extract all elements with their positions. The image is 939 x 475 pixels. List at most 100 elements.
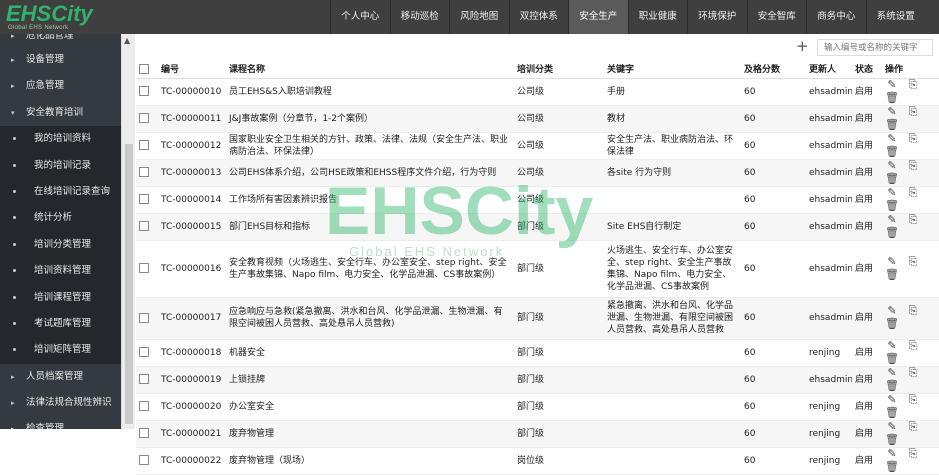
table-row[interactable]: TC-00000015 部门EHS目标和指标 部门级 Site EHS自行制定 60 eh… <box>136 213 939 241</box>
logo[interactable]: EHSCity Global EHS Network <box>6 3 93 32</box>
edit-icon[interactable]: ✎ <box>885 105 899 118</box>
table-row[interactable]: TC-00000012 国家职业安全卫生相关的方针、政策、法律、法规（安全生产法、… <box>136 132 939 160</box>
sidebar-item[interactable]: 培训分类管理 <box>0 231 121 259</box>
sidebar-group[interactable]: ▾ 安全教育培训 <box>0 99 121 127</box>
export-icon[interactable]: ⎘ <box>906 393 920 406</box>
edit-icon[interactable]: ✎ <box>885 366 899 379</box>
search-input[interactable] <box>817 39 933 56</box>
col-code[interactable]: 编号 <box>158 60 226 79</box>
trash-icon[interactable]: 🗑 <box>885 199 899 212</box>
col-updater[interactable]: 更新人 <box>806 60 852 79</box>
cell-name[interactable]: 上锁挂牌 <box>226 366 514 394</box>
trash-icon[interactable]: 🗑 <box>885 91 899 104</box>
row-checkbox[interactable] <box>139 167 149 177</box>
table-row[interactable]: TC-00000011 J&J事故案例（分章节，1-2个案例） 公司级 教材 60 ehs… <box>136 105 939 133</box>
export-icon[interactable]: ⎘ <box>906 78 920 91</box>
col-status[interactable]: 状态 <box>852 60 882 79</box>
edit-icon[interactable]: ✎ <box>885 255 899 268</box>
select-all-checkbox[interactable] <box>139 63 149 74</box>
col-name[interactable]: 课程名称 <box>226 60 514 79</box>
col-pass-score[interactable]: 及格分数 <box>741 60 806 79</box>
row-checkbox[interactable] <box>139 374 149 384</box>
trash-icon[interactable]: 🗑 <box>885 226 899 239</box>
row-checkbox[interactable] <box>139 86 149 96</box>
scroll-up-icon[interactable]: ▲ <box>124 36 130 45</box>
edit-icon[interactable]: ✎ <box>885 78 899 91</box>
export-icon[interactable]: ⎘ <box>906 159 920 172</box>
row-checkbox[interactable] <box>139 312 149 323</box>
sidebar-item[interactable]: 统计分析 <box>0 205 121 232</box>
table-row[interactable]: TC-00000013 公司EHS体系介绍，公司HSE政策和EHSS程序文件介绍，… <box>136 159 939 187</box>
sidebar-item[interactable]: 我的培训记录 <box>0 152 121 179</box>
edit-icon[interactable]: ✎ <box>885 393 899 406</box>
cell-name[interactable]: 办公室安全 <box>226 393 514 421</box>
edit-icon[interactable]: ✎ <box>885 132 899 145</box>
row-checkbox[interactable] <box>139 455 149 465</box>
trash-icon[interactable]: 🗑 <box>885 172 899 185</box>
edit-icon[interactable]: ✎ <box>885 213 899 226</box>
nav-item[interactable]: 个人中心 <box>330 0 390 34</box>
row-checkbox[interactable] <box>139 140 149 150</box>
export-icon[interactable]: ⎘ <box>906 339 920 352</box>
table-row[interactable]: TC-00000022 废弃物管理（现场） 岗位级 60 renjing 启用 ✎ ⎘ 🗑 <box>136 447 939 475</box>
export-icon[interactable]: ⎘ <box>906 132 920 145</box>
cell-name[interactable]: 应急响应与急救(紧急撤离、洪水和台风、化学品泄漏、生物泄漏、有限空间被困人员营救… <box>226 297 514 340</box>
cell-name[interactable]: J&J事故案例（分章节，1-2个案例） <box>226 105 514 133</box>
sidebar-group[interactable]: ▸ 应急管理 <box>0 73 121 100</box>
edit-icon[interactable]: ✎ <box>885 305 899 317</box>
trash-icon[interactable]: 🗑 <box>885 352 899 365</box>
table-row[interactable]: TC-00000016 安全教育视频（火场逃生、安全行车、办公室安全、step r… <box>136 240 939 298</box>
sidebar-item[interactable]: 考试题库管理 <box>0 310 121 338</box>
cell-name[interactable]: 废弃物管理（现场） <box>226 447 514 475</box>
sidebar-scrollbar[interactable]: ▲ <box>121 34 135 429</box>
row-checkbox[interactable] <box>139 221 149 231</box>
export-icon[interactable]: ⎘ <box>906 305 920 317</box>
trash-icon[interactable]: 🗑 <box>885 145 899 158</box>
sidebar-group[interactable]: ▸ 危化品管理 <box>0 34 121 47</box>
trash-icon[interactable]: 🗑 <box>885 406 899 419</box>
row-checkbox[interactable] <box>139 347 149 357</box>
scroll-thumb[interactable] <box>125 144 133 424</box>
edit-icon[interactable]: ✎ <box>885 186 899 199</box>
export-icon[interactable]: ⎘ <box>906 255 920 268</box>
trash-icon[interactable]: 🗑 <box>885 433 899 446</box>
trash-icon[interactable]: 🗑 <box>885 118 899 131</box>
nav-item[interactable]: 移动巡检 <box>389 0 450 34</box>
export-icon[interactable]: ⎘ <box>906 213 920 226</box>
nav-item[interactable]: 环境保护 <box>687 0 747 34</box>
nav-item[interactable]: 系统设置 <box>865 0 926 34</box>
cell-name[interactable]: 机器安全 <box>226 339 514 367</box>
trash-icon[interactable]: 🗑 <box>885 379 899 392</box>
cell-name[interactable]: 员工EHS&S入职培训教程 <box>226 78 514 106</box>
edit-icon[interactable]: ✎ <box>885 420 899 433</box>
sidebar-item[interactable]: 培训资料管理 <box>0 258 121 285</box>
table-row[interactable]: TC-00000020 办公室安全 部门级 60 renjing 启用 ✎ ⎘ 🗑 <box>136 393 939 421</box>
export-icon[interactable]: ⎘ <box>906 447 920 460</box>
export-icon[interactable]: ⎘ <box>906 420 920 433</box>
cell-name[interactable]: 国家职业安全卫生相关的方针、政策、法律、法规（安全生产法、职业病防治法、环保法律… <box>226 132 514 160</box>
row-checkbox[interactable] <box>139 401 149 411</box>
cell-name[interactable]: 公司EHS体系介绍，公司HSE政策和EHSS程序文件介绍，行为守则 <box>226 159 514 187</box>
row-checkbox[interactable] <box>139 263 149 273</box>
nav-item[interactable]: 职业健康 <box>627 0 688 34</box>
export-icon[interactable]: ⎘ <box>906 105 920 118</box>
row-checkbox[interactable] <box>139 194 149 204</box>
col-keyword[interactable]: 关键字 <box>604 60 741 79</box>
export-icon[interactable]: ⎘ <box>906 186 920 199</box>
nav-item[interactable]: 商务中心 <box>806 0 866 34</box>
col-category[interactable]: 培训分类 <box>514 60 604 79</box>
table-row[interactable]: TC-00000017 应急响应与急救(紧急撤离、洪水和台风、化学品泄漏、生物泄漏… <box>136 297 939 340</box>
sidebar-item[interactable]: 在线培训记录查询 <box>0 178 121 206</box>
sidebar-group[interactable]: ▸ 检查管理 <box>0 416 121 429</box>
nav-item[interactable]: 风险地图 <box>449 0 509 34</box>
table-row[interactable]: TC-00000014 工作场所有害因素辨识报告 公司级 60 ehsadmin 启用 ✎ ⎘… <box>136 186 939 214</box>
trash-icon[interactable]: 🗑 <box>885 460 899 473</box>
cell-name[interactable]: 废弃物管理 <box>226 420 514 448</box>
nav-item[interactable]: 双控体系 <box>508 0 569 34</box>
table-row[interactable]: TC-00000010 员工EHS&S入职培训教程 公司级 手册 60 ehsadmin 启… <box>136 78 939 106</box>
sidebar-item[interactable]: 培训矩阵管理 <box>0 337 121 364</box>
table-row[interactable]: TC-00000018 机器安全 部门级 60 renjing 启用 ✎ ⎘ 🗑 <box>136 339 939 367</box>
cell-name[interactable]: 安全教育视频（火场逃生、安全行车、办公室安全、step right、安全生产事故… <box>226 240 514 298</box>
table-row[interactable]: TC-00000019 上锁挂牌 部门级 60 ehsadmin 启用 ✎ ⎘ 🗑 <box>136 366 939 394</box>
cell-name[interactable]: 部门EHS目标和指标 <box>226 213 514 241</box>
